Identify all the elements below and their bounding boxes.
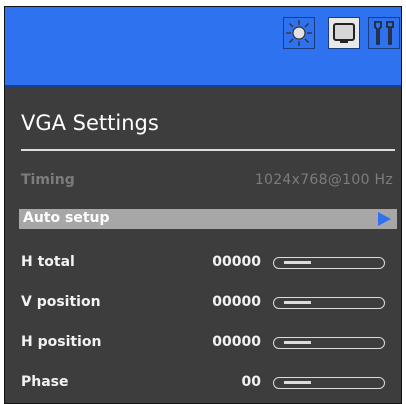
phase-slider[interactable] — [273, 377, 385, 389]
slider-fill — [284, 301, 311, 304]
display-tab[interactable] — [328, 17, 360, 49]
h-position-slider[interactable] — [273, 337, 385, 349]
brightness-icon — [286, 20, 312, 46]
osd-menu: VGA Settings Timing 1024x768@100 Hz Auto… — [4, 6, 402, 404]
slider-fill — [284, 381, 311, 384]
setting-label: H total — [21, 254, 75, 270]
auto-setup-row[interactable]: Auto setup — [19, 209, 397, 229]
title-divider — [21, 149, 395, 151]
setting-label: V position — [21, 294, 101, 310]
setting-value: 00 — [241, 374, 261, 390]
setting-row-v-position[interactable]: V position 00000 — [5, 293, 401, 313]
brightness-tab[interactable] — [283, 17, 315, 49]
setting-row-phase[interactable]: Phase 00 — [5, 373, 401, 393]
setting-row-h-position[interactable]: H position 00000 — [5, 333, 401, 353]
setting-label: H position — [21, 334, 102, 350]
v-position-slider[interactable] — [273, 297, 385, 309]
setting-value: 00000 — [212, 334, 261, 350]
setting-label: Phase — [21, 374, 69, 390]
slider-fill — [284, 261, 311, 264]
setting-row-h-total[interactable]: H total 00000 — [5, 253, 401, 273]
timing-value: 1024x768@100 Hz — [254, 172, 393, 188]
play-arrow-icon — [378, 212, 391, 226]
tools-tab[interactable] — [368, 17, 400, 49]
top-icon-bar — [5, 7, 401, 87]
setting-value: 00000 — [212, 254, 261, 270]
h-total-slider[interactable] — [273, 257, 385, 269]
page-title: VGA Settings — [21, 111, 159, 135]
setting-value: 00000 — [212, 294, 261, 310]
monitor-icon — [333, 23, 355, 43]
tools-icon — [374, 21, 394, 45]
slider-fill — [284, 341, 311, 344]
timing-label: Timing — [21, 172, 75, 188]
timing-row: Timing 1024x768@100 Hz — [5, 171, 401, 191]
auto-setup-label: Auto setup — [23, 210, 110, 226]
